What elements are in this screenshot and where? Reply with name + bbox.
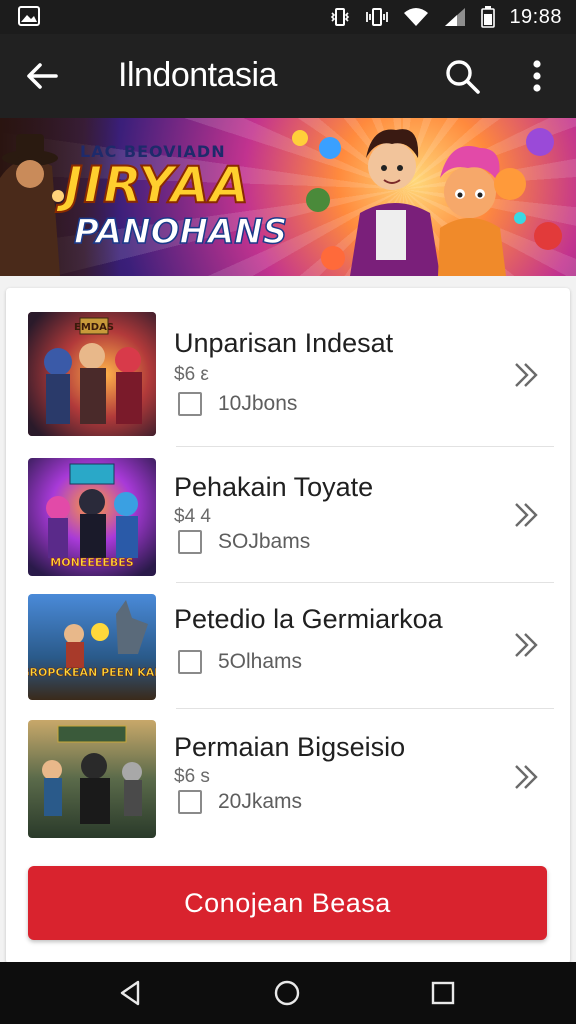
promo-banner[interactable]: LAC BEOVIADN JIRYAA PANOHANS	[0, 118, 576, 276]
item-price: $4 4	[174, 506, 211, 527]
status-icons: 19:88	[329, 0, 562, 34]
item-price: $6 s	[174, 766, 210, 787]
list-item[interactable]: EMDAS Unparisan Indesat $6 ε 10Jbons	[6, 288, 570, 447]
game-thumbnail: GROPCKEAN PEEN KAN	[28, 594, 156, 700]
item-title: Permaian Bigseisio	[174, 732, 406, 762]
item-checkbox[interactable]	[178, 790, 202, 814]
list-item[interactable]: Permaian Bigseisio $6 s 20Jkams	[6, 708, 570, 848]
system-nav-bar	[0, 962, 576, 1024]
home-circle-icon[interactable]	[272, 978, 302, 1008]
status-bar: 19:88	[0, 0, 576, 34]
chevron-right-icon[interactable]	[512, 762, 542, 792]
chevron-right-icon[interactable]	[512, 630, 542, 660]
vibrate-icon	[331, 8, 350, 26]
search-icon[interactable]	[442, 56, 482, 96]
signal-icon	[445, 8, 466, 26]
banner-title: JIRYAA	[63, 155, 250, 215]
chevron-right-icon[interactable]	[512, 360, 542, 390]
item-count: 5Olhams	[218, 650, 303, 673]
thumbnail-title: GROPCKEAN PEEN KAN	[28, 666, 156, 679]
primary-action-button[interactable]: Conojean Beasa	[28, 866, 547, 940]
item-title: Pehakain Toyate	[174, 472, 374, 502]
game-thumbnail	[28, 720, 156, 838]
game-thumbnail: EMDAS	[28, 312, 156, 436]
battery-icon	[481, 6, 496, 28]
thumbnail-title: EMDAS	[74, 322, 114, 333]
gallery-icon	[18, 6, 40, 26]
back-arrow-icon[interactable]	[22, 56, 62, 96]
item-checkbox[interactable]	[178, 530, 202, 554]
app-bar: Ilndontasia	[0, 34, 576, 118]
list-item[interactable]: MONEEEEBES Pehakain Toyate $4 4 SOJbams	[6, 446, 570, 583]
thumbnail-title: MONEEEEBES	[50, 556, 133, 569]
status-time: 19:88	[509, 5, 562, 28]
item-title: Unparisan Indesat	[174, 328, 394, 358]
item-checkbox[interactable]	[178, 650, 202, 674]
chevron-right-icon[interactable]	[512, 500, 542, 530]
vibrate-icon	[366, 8, 389, 26]
wifi-icon	[404, 8, 429, 26]
list-item[interactable]: GROPCKEAN PEEN KAN Petedio la Germiarkoa…	[6, 582, 570, 709]
item-price: $6 ε	[174, 364, 209, 385]
more-vert-icon[interactable]	[522, 56, 552, 96]
item-title: Petedio la Germiarkoa	[174, 604, 443, 634]
game-thumbnail: MONEEEEBES	[28, 458, 156, 576]
game-list-card: EMDAS Unparisan Indesat $6 ε 10Jbons MON…	[6, 288, 570, 964]
banner-subtitle: PANOHANS	[73, 211, 288, 253]
page-title: Ilndontasia	[118, 56, 277, 94]
back-triangle-icon[interactable]	[116, 978, 146, 1008]
item-checkbox[interactable]	[178, 392, 202, 416]
item-count: 10Jbons	[218, 392, 298, 415]
recents-square-icon[interactable]	[428, 978, 458, 1008]
app-screen: 19:88 Ilndontasia LAC BEOVIADN JIRYAA PA…	[0, 0, 576, 1024]
item-count: 20Jkams	[218, 790, 303, 813]
item-count: SOJbams	[218, 530, 311, 553]
